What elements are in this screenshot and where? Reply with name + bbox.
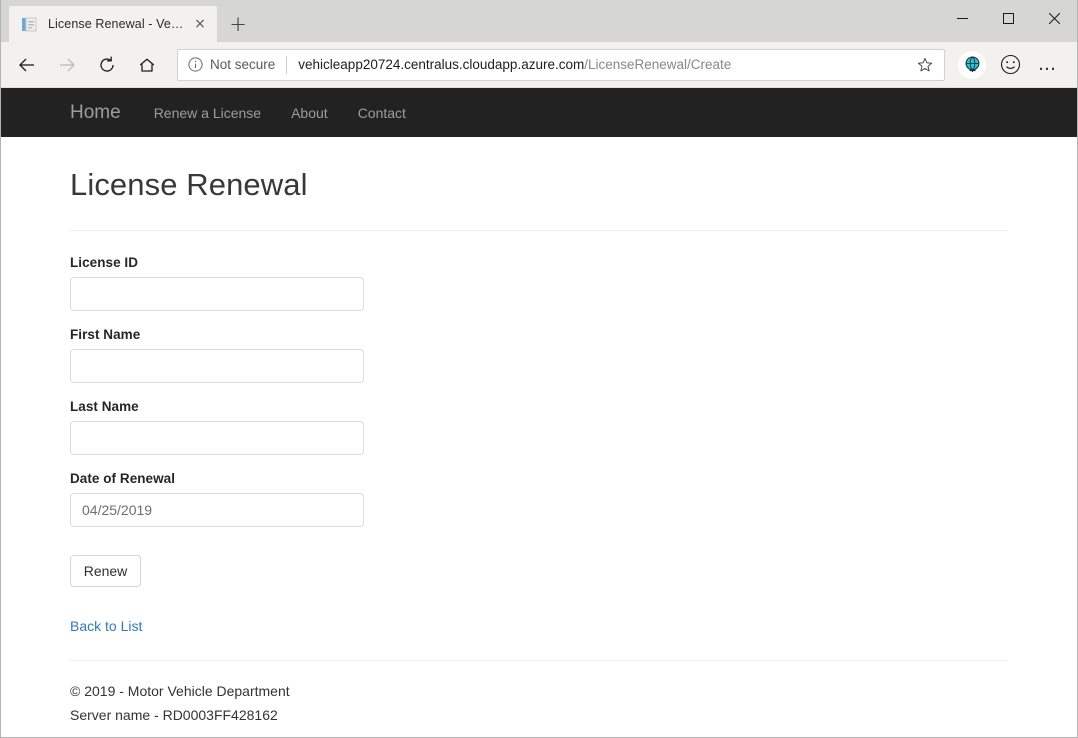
forward-arrow-icon <box>47 46 87 84</box>
more-menu-button[interactable]: … <box>1029 46 1067 84</box>
url-text[interactable]: vehicleapp20724.centralus.cloudapp.azure… <box>298 57 908 72</box>
form-group-date-of-renewal: Date of Renewal <box>70 471 1008 527</box>
address-bar[interactable]: Not secure vehicleapp20724.centralus.clo… <box>177 49 945 81</box>
maximize-button[interactable] <box>985 0 1031 36</box>
page-title: License Renewal <box>70 167 1008 203</box>
new-tab-button[interactable]: + <box>221 7 255 41</box>
first-name-input[interactable] <box>70 349 364 383</box>
site-navigation: Home Renew a License About Contact <box>1 88 1077 137</box>
more-menu-icon: … <box>1038 56 1058 74</box>
date-of-renewal-input[interactable] <box>70 493 364 527</box>
form-group-last-name: Last Name <box>70 399 1008 455</box>
home-icon[interactable] <box>127 46 167 84</box>
globe-icon-circle <box>958 51 986 79</box>
smiley-face-icon[interactable] <box>991 46 1029 84</box>
renew-button[interactable]: Renew <box>70 555 141 587</box>
window-controls <box>939 0 1077 36</box>
close-button[interactable] <box>1031 0 1077 36</box>
nav-links: Renew a License About Contact <box>154 105 406 121</box>
tab-close-icon[interactable]: × <box>189 13 211 35</box>
security-text: Not secure <box>210 57 275 72</box>
page-viewport: Home Renew a License About Contact Licen… <box>1 88 1077 737</box>
back-to-list-link[interactable]: Back to List <box>70 618 142 634</box>
title-divider <box>70 230 1008 231</box>
globe-icon[interactable] <box>953 46 991 84</box>
nav-brand-home[interactable]: Home <box>70 102 121 124</box>
footer-divider <box>70 660 1008 661</box>
security-indicator[interactable]: Not secure <box>188 57 275 72</box>
document-favicon <box>21 16 38 33</box>
browser-window: License Renewal - Vehicles × + <box>0 0 1078 738</box>
tab-strip: License Renewal - Vehicles × + <box>1 0 1077 42</box>
address-separator <box>286 56 287 74</box>
footer-server-name: Server name - RD0003FF428162 <box>70 707 1008 723</box>
last-name-input[interactable] <box>70 421 364 455</box>
browser-toolbar: Not secure vehicleapp20724.centralus.clo… <box>1 42 1077 88</box>
label-last-name: Last Name <box>70 399 1008 414</box>
footer-copyright: © 2019 - Motor Vehicle Department <box>70 683 1008 699</box>
info-circle-icon <box>188 57 203 72</box>
url-host: vehicleapp20724.centralus.cloudapp.azure… <box>298 57 584 72</box>
form-group-license-id: License ID <box>70 255 1008 311</box>
back-arrow-icon[interactable] <box>7 46 47 84</box>
minimize-button[interactable] <box>939 0 985 36</box>
form-group-first-name: First Name <box>70 327 1008 383</box>
star-icon[interactable] <box>914 54 936 76</box>
license-renewal-form: License ID First Name Last Name Date of … <box>70 255 1008 587</box>
nav-link-contact[interactable]: Contact <box>358 105 406 121</box>
url-path: /LicenseRenewal/Create <box>584 57 731 72</box>
label-license-id: License ID <box>70 255 1008 270</box>
license-id-input[interactable] <box>70 277 364 311</box>
refresh-icon[interactable] <box>87 46 127 84</box>
browser-tab[interactable]: License Renewal - Vehicles × <box>9 6 217 42</box>
nav-link-about[interactable]: About <box>291 105 328 121</box>
tab-title: License Renewal - Vehicles <box>48 17 189 31</box>
label-first-name: First Name <box>70 327 1008 342</box>
nav-link-renew-a-license[interactable]: Renew a License <box>154 105 261 121</box>
page-container: License Renewal License ID First Name La… <box>1 167 1077 723</box>
label-date-of-renewal: Date of Renewal <box>70 471 1008 486</box>
